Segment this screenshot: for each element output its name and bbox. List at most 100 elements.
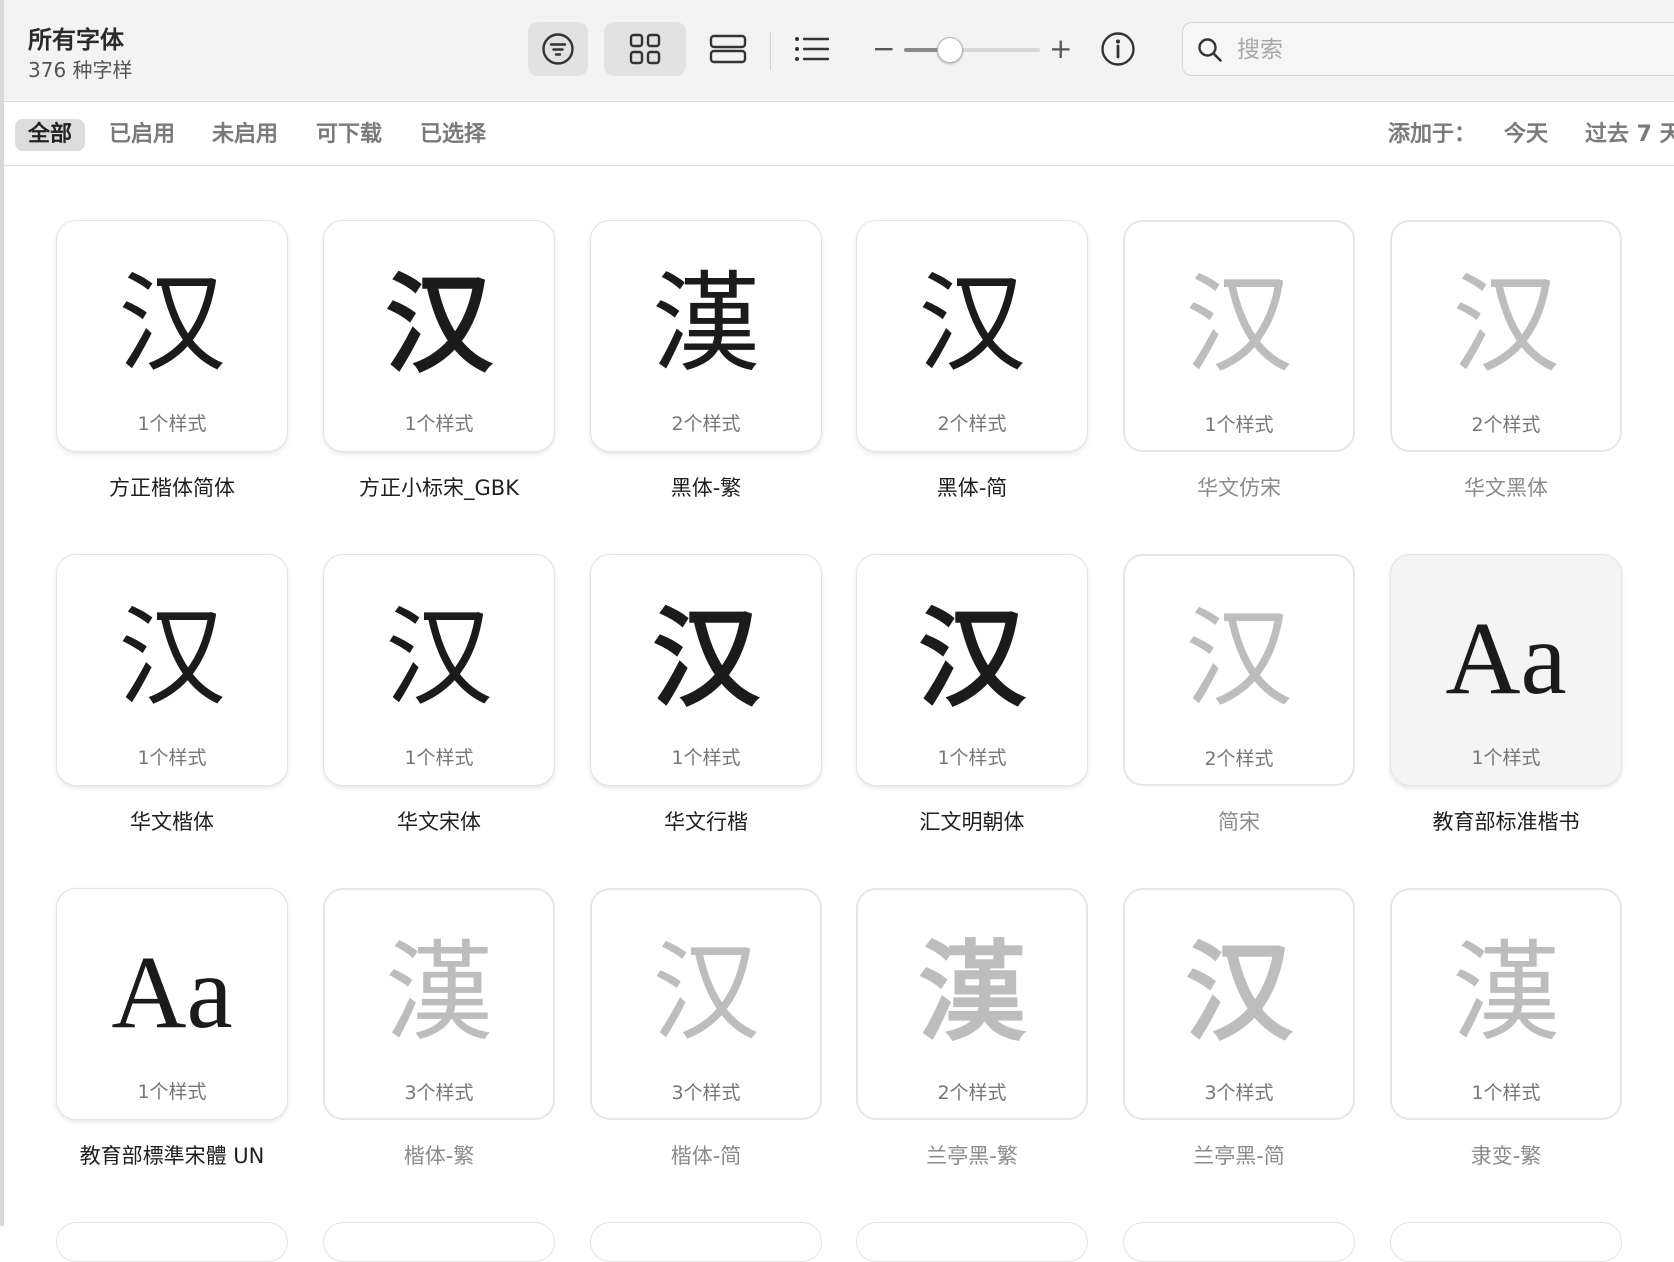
font-preview-card[interactable]: 汉 1个样式	[590, 554, 822, 786]
font-style-count: 1个样式	[1471, 1082, 1541, 1104]
font-tile[interactable]: 漢 2个样式 黑体-繁	[590, 220, 822, 502]
window-title: 所有字体	[28, 26, 124, 54]
font-preview-glyph: 汉	[917, 262, 1026, 387]
font-preview-card[interactable]: 漢 3个样式	[323, 888, 555, 1120]
toolbar: 所有字体 376 种字样 − + 搜索	[0, 0, 1674, 102]
font-tile-partial	[856, 1222, 1088, 1262]
font-preview-card[interactable]: 汉 3个样式	[1123, 888, 1355, 1120]
font-name: 楷体-简	[670, 1144, 742, 1168]
font-preview-card[interactable]: Aa 1个样式	[1390, 554, 1622, 786]
font-style-count: 2个样式	[937, 413, 1007, 435]
font-tile[interactable]: Aa 1个样式 教育部标准楷书	[1390, 554, 1622, 836]
font-preview-glyph: 汉	[117, 596, 226, 721]
font-style-count: 1个样式	[404, 413, 474, 435]
font-tile[interactable]: Aa 1个样式教育部標準宋體 UN	[56, 888, 288, 1170]
toolbar-separator	[770, 32, 771, 70]
font-preview-glyph: Aa	[1445, 601, 1567, 716]
tab-selected[interactable]: 已选择	[407, 119, 499, 151]
font-preview-glyph: 汉	[384, 596, 493, 721]
filter-icon	[542, 33, 574, 65]
font-tile[interactable]: 漢 3个样式楷体-繁	[323, 888, 555, 1170]
font-tile[interactable]: 汉 1个样式华文行楷	[590, 554, 822, 836]
added-past-7-days-option[interactable]: 过去 7 天	[1585, 119, 1674, 151]
font-tile[interactable]: 汉 2个样式 简宋	[1123, 554, 1355, 836]
font-preview-card[interactable]: 漢 2个样式	[856, 888, 1088, 1120]
font-tile-partial	[56, 1222, 288, 1262]
font-tile[interactable]: 汉 1个样式 华文宋体	[323, 554, 555, 836]
font-style-count: 2个样式	[1204, 748, 1274, 770]
font-name: 方正楷体简体	[109, 476, 235, 500]
zoom-in-button[interactable]: +	[1049, 31, 1072, 67]
font-preview-glyph: 汉	[384, 262, 493, 388]
zoom-out-button[interactable]: −	[872, 31, 895, 67]
font-style-count: 2个样式	[1471, 414, 1541, 436]
font-preview-card[interactable]: 汉 2个样式	[856, 220, 1088, 452]
font-preview-card[interactable]: 漢 2个样式	[590, 220, 822, 452]
info-button[interactable]	[1088, 22, 1148, 76]
font-style-count: 1个样式	[137, 747, 207, 769]
zoom-slider-knob[interactable]	[936, 37, 963, 63]
font-name: 兰亭黑-简	[1193, 1144, 1285, 1168]
font-preview-glyph: 汉	[917, 596, 1026, 722]
font-preview-glyph: 汉	[117, 262, 226, 387]
font-preview-glyph: 漢	[1451, 931, 1560, 1056]
font-style-count: 1个样式	[937, 747, 1007, 769]
filter-button[interactable]	[528, 22, 588, 76]
font-tile[interactable]: 汉 3个样式楷体-简	[590, 888, 822, 1170]
font-preview-card[interactable]: 漢 1个样式	[1390, 888, 1622, 1120]
font-tile[interactable]: 汉 3个样式兰亭黑-简	[1123, 888, 1355, 1170]
font-name: 教育部標準宋體 UN	[79, 1144, 265, 1168]
search-input[interactable]	[1235, 31, 1659, 69]
font-tile[interactable]: 汉 2个样式 华文黑体	[1390, 220, 1622, 502]
font-name: 华文行楷	[664, 810, 748, 834]
font-name: 楷体-繁	[403, 1144, 475, 1168]
font-style-count: 3个样式	[1204, 1082, 1274, 1104]
font-name: 汇文明朝体	[919, 810, 1025, 834]
font-preview-card[interactable]: 汉 2个样式	[1390, 220, 1622, 452]
filter-bar: 全部 已启用 未启用 可下载 已选择 添加于： 今天 过去 7 天	[0, 102, 1674, 166]
tab-enabled[interactable]: 已启用	[96, 119, 188, 151]
font-style-count: 1个样式	[137, 1081, 207, 1103]
font-preview-card[interactable]: 汉 1个样式	[56, 220, 288, 452]
font-name: 华文楷体	[130, 810, 214, 834]
font-name: 方正小标宋_GBK	[359, 476, 519, 500]
font-tile[interactable]: 汉 1个样式华文仿宋	[1123, 220, 1355, 502]
font-tile[interactable]: 汉 1个样式方正楷体简体	[56, 220, 288, 502]
font-tile[interactable]: 汉 1个样式汇文明朝体	[856, 554, 1088, 836]
font-preview-card[interactable]: Aa 1个样式	[56, 888, 288, 1120]
font-preview-card[interactable]: 汉 2个样式	[1123, 554, 1355, 786]
added-in-label: 添加于：	[1388, 122, 1477, 147]
strip-view-button[interactable]	[698, 22, 758, 76]
font-tile-partial	[323, 1222, 555, 1262]
font-preview-card[interactable]: 汉 1个样式	[323, 220, 555, 452]
font-style-count: 1个样式	[671, 747, 741, 769]
font-style-count: 2个样式	[671, 413, 741, 435]
font-preview-card[interactable]: 汉 3个样式	[590, 888, 822, 1120]
font-preview-glyph: 漢	[917, 931, 1026, 1056]
font-name: 黑体-简	[936, 476, 1008, 500]
font-preview-glyph: 漢	[651, 262, 760, 387]
list-view-button[interactable]	[782, 22, 842, 76]
tab-downloadable[interactable]: 可下载	[303, 119, 395, 151]
font-style-count: 1个样式	[404, 747, 474, 769]
font-tile[interactable]: 漢 1个样式 隶变-繁	[1390, 888, 1622, 1170]
search-icon	[1198, 38, 1222, 62]
grid-view-button[interactable]	[604, 22, 686, 76]
font-tile[interactable]: 汉 2个样式黑体-简	[856, 220, 1088, 502]
font-preview-card[interactable]: 汉 1个样式	[56, 554, 288, 786]
strip-view-icon	[709, 34, 747, 64]
added-today-option[interactable]: 今天	[1504, 119, 1548, 151]
font-style-count: 1个样式	[1471, 747, 1541, 769]
tab-disabled[interactable]: 未启用	[199, 119, 291, 151]
font-preview-card[interactable]: 汉 1个样式	[323, 554, 555, 786]
font-preview-card[interactable]: 汉 1个样式	[856, 554, 1088, 786]
font-tile[interactable]: 漢 2个样式 兰亭黑-繁	[856, 888, 1088, 1170]
font-preview-card[interactable]: 汉 1个样式	[1123, 220, 1355, 452]
font-tile[interactable]: 汉 1个样式华文楷体	[56, 554, 288, 836]
font-preview-glyph: 汉	[1184, 597, 1293, 722]
tab-all[interactable]: 全部	[15, 119, 86, 151]
search-field[interactable]	[1182, 22, 1674, 76]
zoom-slider[interactable]	[904, 37, 1040, 63]
font-name: 华文仿宋	[1197, 476, 1281, 500]
font-tile[interactable]: 汉 1个样式方正小标宋_GBK	[323, 220, 555, 502]
